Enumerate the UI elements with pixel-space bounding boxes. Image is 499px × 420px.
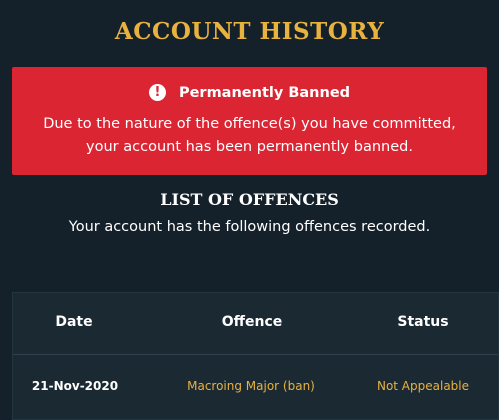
ban-alert: ! Permanently Banned Due to the nature o… [12, 67, 487, 175]
exclamation-circle-icon: ! [148, 84, 166, 101]
ban-alert-message-line-2: your account has been permanently banned… [86, 139, 413, 155]
column-header-date: Date [55, 314, 93, 330]
page-title: ACCOUNT HISTORY [114, 18, 385, 45]
offences-table: Date Offence Status 21-Nov-2020 Macroing… [12, 292, 499, 420]
ban-alert-message-line-1: Due to the nature of the offence(s) you … [43, 116, 456, 132]
offence-name-cell: Macroing Major (ban) [187, 379, 315, 393]
table-row: 21-Nov-2020 Macroing Major (ban) Not App… [13, 356, 498, 420]
table-header-row: Date Offence Status [13, 293, 498, 355]
ban-alert-heading: ! Permanently Banned [12, 84, 487, 101]
column-header-status: Status [397, 314, 449, 330]
ban-alert-title: Permanently Banned [178, 84, 351, 101]
column-header-offence: Offence [221, 314, 283, 330]
offence-status-cell: Not Appealable [376, 379, 470, 393]
offences-section-title: LIST OF OFFENCES [160, 190, 339, 209]
offence-date-cell: 21-Nov-2020 [31, 379, 119, 393]
offences-section-subtitle: Your account has the following offences … [68, 219, 431, 235]
account-history-page: ACCOUNT HISTORY ! Permanently Banned Due… [0, 0, 499, 420]
